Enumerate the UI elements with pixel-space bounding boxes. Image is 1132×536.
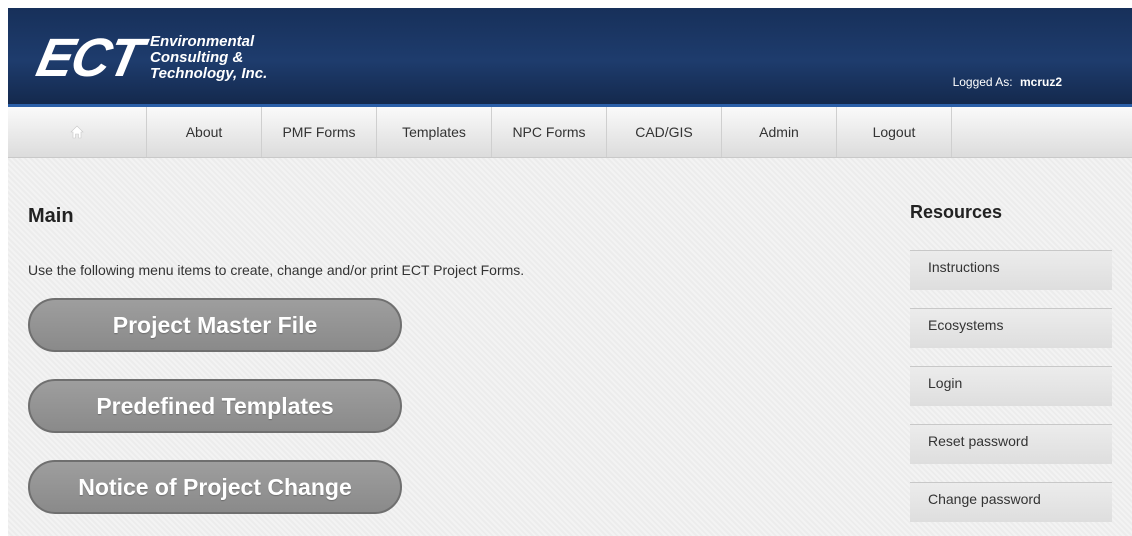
- logo-company-name: Environmental Consulting & Technology, I…: [150, 34, 267, 82]
- resource-change-password[interactable]: Change password: [910, 482, 1112, 522]
- nav-npc-forms[interactable]: NPC Forms: [492, 107, 607, 157]
- logged-as-label: Logged As:: [952, 75, 1013, 89]
- notice-of-project-change-button[interactable]: Notice of Project Change: [28, 460, 402, 514]
- home-icon: [70, 125, 84, 139]
- logo-line-3: Technology, Inc.: [150, 65, 268, 82]
- page-title: Main: [28, 205, 74, 227]
- resource-instructions[interactable]: Instructions: [910, 250, 1112, 290]
- site-header: ECT Environmental Consulting & Technolog…: [8, 8, 1132, 107]
- nav-home[interactable]: [8, 107, 147, 157]
- logged-in-status: Logged As: mcruz2: [953, 75, 1062, 89]
- ect-logo[interactable]: ECT Environmental Consulting & Technolog…: [32, 28, 268, 88]
- nav-templates[interactable]: Templates: [377, 107, 492, 157]
- nav-admin[interactable]: Admin: [722, 107, 837, 157]
- logo-mark: ECT: [31, 28, 147, 88]
- resource-login[interactable]: Login: [910, 366, 1112, 406]
- predefined-templates-button[interactable]: Predefined Templates: [28, 379, 402, 433]
- page-frame: ECT Environmental Consulting & Technolog…: [8, 8, 1132, 536]
- nav-pmf-forms[interactable]: PMF Forms: [262, 107, 377, 157]
- main-nav: About PMF Forms Templates NPC Forms CAD/…: [8, 107, 1132, 158]
- nav-logout[interactable]: Logout: [837, 107, 952, 157]
- resource-ecosystems[interactable]: Ecosystems: [910, 308, 1112, 348]
- intro-text: Use the following menu items to create, …: [28, 262, 525, 278]
- nav-cad-gis[interactable]: CAD/GIS: [607, 107, 722, 157]
- resources-title: Resources: [910, 202, 1003, 222]
- username: mcruz2: [1019, 75, 1062, 89]
- logo-line-1: Environmental: [150, 33, 255, 50]
- project-master-file-button[interactable]: Project Master File: [28, 298, 402, 352]
- nav-about[interactable]: About: [147, 107, 262, 157]
- resource-reset-password[interactable]: Reset password: [910, 424, 1112, 464]
- logo-line-2: Consulting &: [150, 49, 244, 66]
